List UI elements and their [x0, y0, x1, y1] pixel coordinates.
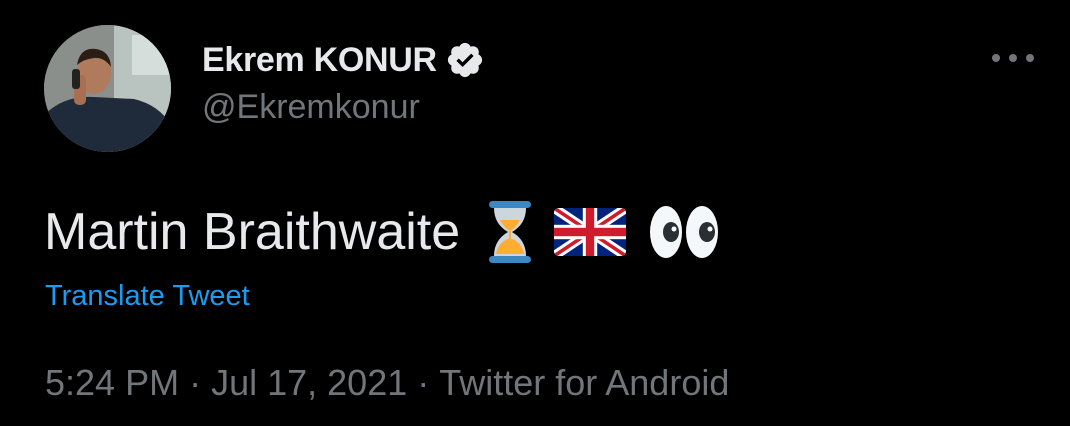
translate-tweet-link[interactable]: Translate Tweet: [45, 280, 250, 313]
tweet-date[interactable]: Jul 17, 2021: [211, 362, 407, 404]
display-name[interactable]: Ekrem KONUR: [202, 41, 437, 80]
tweet-emojis: [488, 200, 720, 264]
tweet-source[interactable]: Twitter for Android: [439, 362, 729, 404]
tweet-text: Martin Braithwaite: [44, 196, 720, 268]
more-dot: [1009, 54, 1017, 62]
tweet-card: Ekrem KONUR @Ekremkonur Martin Braithwai…: [0, 0, 1070, 426]
more-dot: [992, 54, 1000, 62]
author-name-row: Ekrem KONUR: [202, 38, 485, 82]
more-options-icon[interactable]: [992, 44, 1034, 72]
author-handle[interactable]: @Ekremkonur: [202, 88, 420, 127]
meta-separator: ·: [189, 362, 202, 403]
tweet-meta: 5:24 PM · Jul 17, 2021 · Twitter for And…: [45, 362, 729, 404]
hourglass-icon: [489, 201, 532, 263]
avatar-photo-icon: [44, 25, 171, 152]
eyes-icon: [650, 206, 719, 258]
verified-badge-icon: [447, 42, 482, 78]
tweet-body: Martin Braithwaite: [44, 203, 461, 261]
uk-flag-icon: [554, 208, 627, 256]
tweet-time[interactable]: 5:24 PM: [45, 362, 179, 404]
more-dot: [1026, 54, 1034, 62]
meta-separator: ·: [417, 362, 430, 403]
avatar[interactable]: [44, 25, 171, 152]
